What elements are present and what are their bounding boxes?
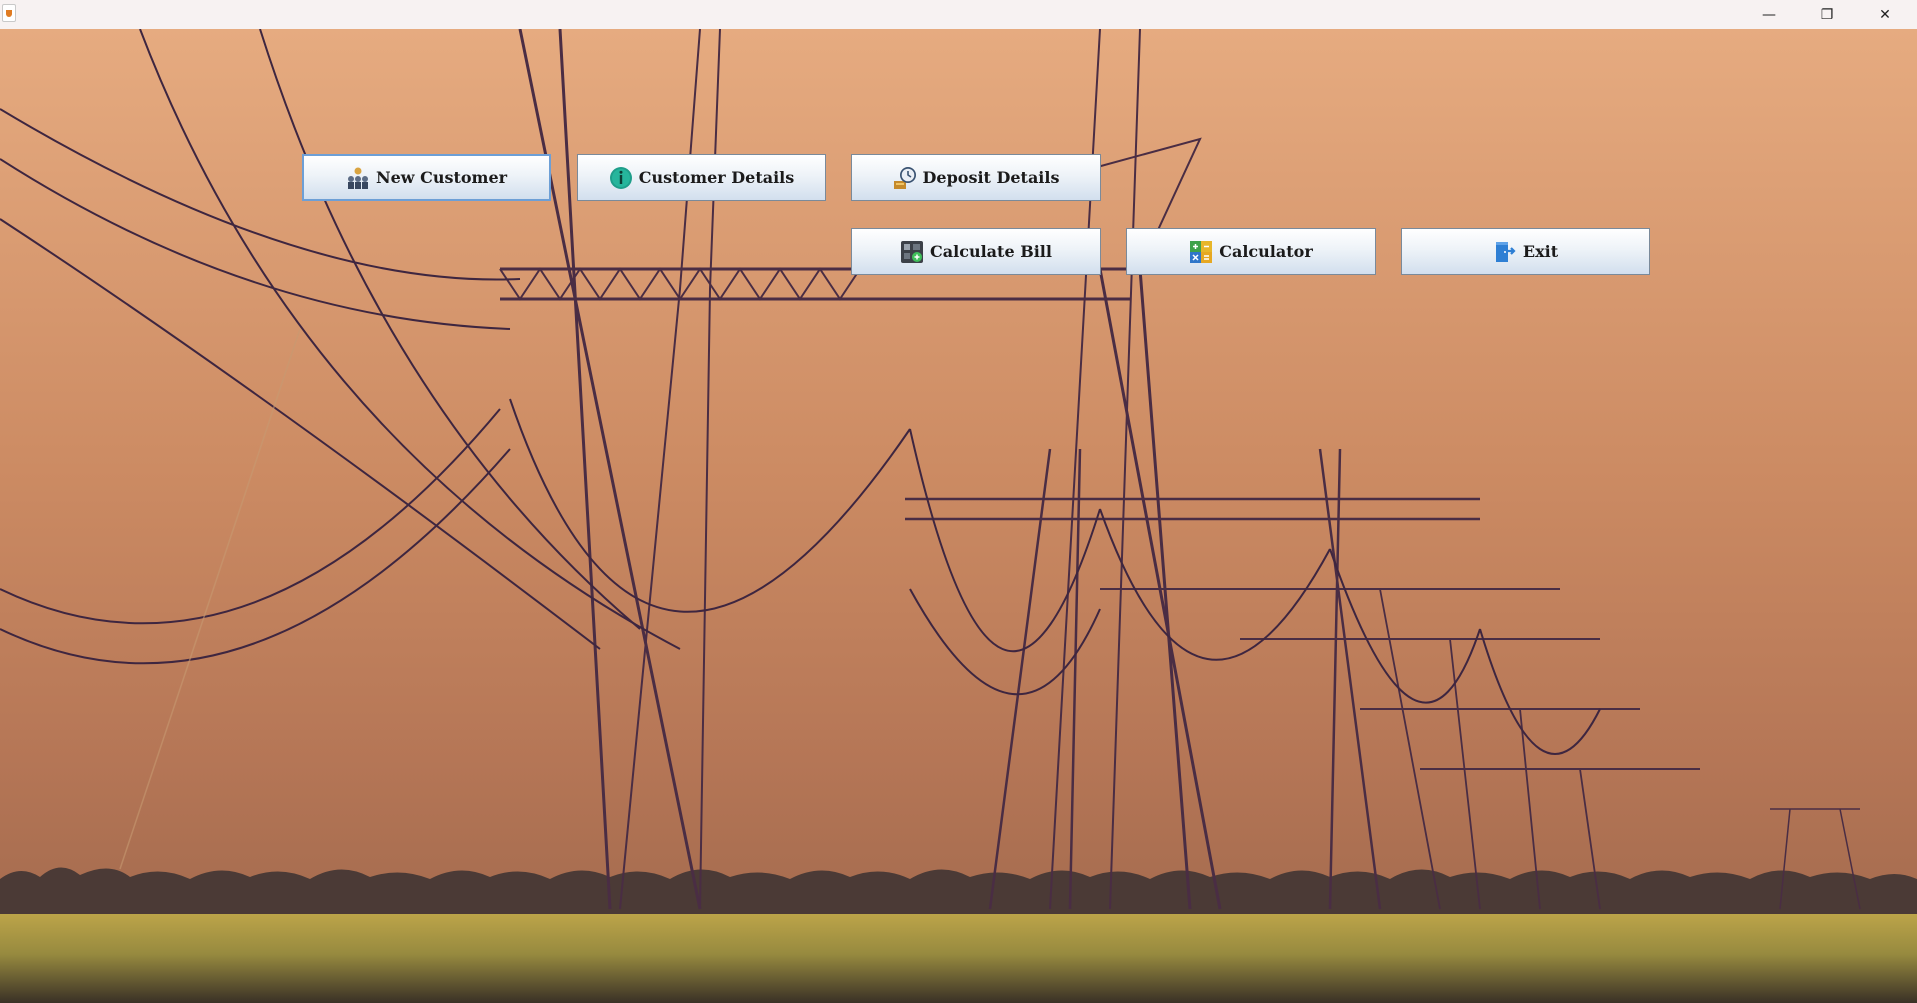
- calculate-bill-button[interactable]: Calculate Bill: [851, 228, 1101, 275]
- deposit-details-label: Deposit Details: [922, 168, 1060, 187]
- java-app-icon: [2, 4, 16, 22]
- new-customer-button[interactable]: New Customer: [302, 154, 551, 201]
- exit-door-icon: [1493, 240, 1517, 264]
- minimize-button[interactable]: —: [1740, 0, 1798, 29]
- new-customer-label: New Customer: [375, 168, 508, 187]
- people-group-icon: [346, 166, 370, 190]
- customer-details-label: Customer Details: [638, 168, 795, 187]
- info-icon: [609, 166, 633, 190]
- clock-deposit-icon: [893, 166, 917, 190]
- calculator-button[interactable]: Calculator: [1126, 228, 1376, 275]
- bill-calculator-icon: [900, 240, 924, 264]
- customer-details-button[interactable]: Customer Details: [577, 154, 826, 201]
- main-panel: New Customer Customer Details Deposit De…: [0, 29, 1917, 1003]
- close-button[interactable]: ✕: [1856, 0, 1914, 29]
- exit-button[interactable]: Exit: [1401, 228, 1650, 275]
- window-titlebar: — ❐ ✕: [0, 0, 1917, 29]
- calculate-bill-label: Calculate Bill: [930, 242, 1052, 261]
- exit-label: Exit: [1522, 242, 1559, 261]
- deposit-details-button[interactable]: Deposit Details: [851, 154, 1101, 201]
- calculator-label: Calculator: [1219, 242, 1313, 261]
- calculator-icon: [1189, 240, 1213, 264]
- maximize-button[interactable]: ❐: [1798, 0, 1856, 29]
